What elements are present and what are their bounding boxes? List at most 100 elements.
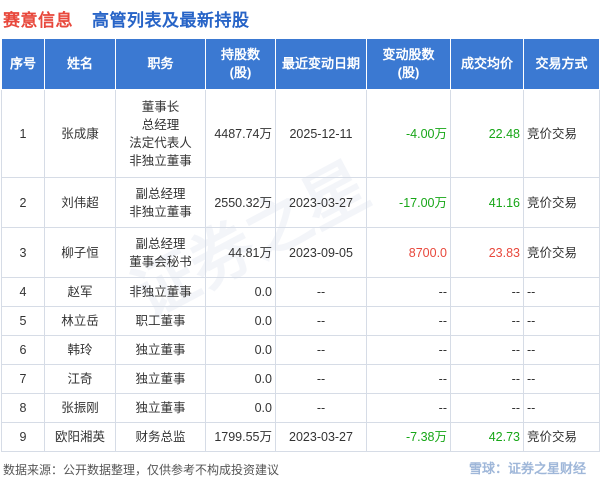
cell-avg-price: 41.16 (450, 177, 524, 228)
cell-change-date: 2023-03-27 (275, 177, 367, 228)
cell-change-shares: -17.00万 (366, 177, 451, 228)
position-line: 独立董事 (135, 401, 186, 415)
cell-position: 董事长 总经理 法定代表人 非独立董事 (115, 89, 206, 178)
cell-shares: 0.0 (205, 335, 276, 365)
cell-change-shares: -7.38万 (366, 422, 451, 452)
position-line: 非独立董事 (129, 153, 192, 168)
header-index: 序号 (1, 38, 45, 90)
header-shares-line: 持股数 (220, 47, 260, 62)
cell-change-date: 2025-12-11 (275, 89, 367, 178)
header-avg-price: 成交均价 (450, 38, 524, 90)
cell-shares: 1799.55万 (205, 422, 276, 452)
header-position: 职务 (115, 38, 206, 90)
cell-change-shares: 8700.0 (366, 227, 451, 278)
executive-holdings-table: 序号 姓名 职务 持股数 (股) 最近变动日期 变动股数 (股) 成交均价 交易方式 1 张成康 董事… (1, 38, 600, 452)
cell-shares: 0.0 (205, 393, 276, 423)
cell-shares: 0.0 (205, 306, 276, 336)
position-line: 董事长 (141, 99, 180, 114)
header-change-shares-line: (股) (397, 65, 420, 80)
cell-avg-price: 23.83 (450, 227, 524, 278)
cell-avg-price: 22.48 (450, 89, 524, 178)
cell-change-shares: -- (366, 364, 451, 394)
table-row: 9 欧阳湘英 财务总监 1799.55万 2023-03-27 -7.38万 42.73 竞价… (1, 422, 600, 452)
table-row: 2 刘伟超 副总经理 非独立董事 2550.32万 2023-03-27 -17.00万 41… (1, 177, 600, 228)
table-body: 1 张成康 董事长 总经理 法定代表人 非独立董事 4487.74万 2025-12-11 -4… (1, 89, 600, 452)
cell-trade-method: -- (523, 364, 600, 394)
position-line: 非独立董事 (129, 285, 192, 299)
header-shares: 持股数 (股) (205, 38, 276, 90)
cell-shares: 0.0 (205, 277, 276, 307)
cell-trade-method: -- (523, 306, 600, 336)
position-line: 独立董事 (135, 343, 186, 357)
cell-index: 6 (1, 335, 45, 365)
cell-trade-method: -- (523, 393, 600, 423)
cell-name: 张振刚 (44, 393, 116, 423)
cell-trade-method: -- (523, 335, 600, 365)
cell-position: 副总经理 非独立董事 (115, 177, 206, 228)
cell-name: 柳子恒 (44, 227, 116, 278)
data-source-note: 数据来源：公开数据整理，仅供参考不构成投资建议 (3, 463, 280, 477)
cell-name: 欧阳湘英 (44, 422, 116, 452)
position-line: 独立董事 (135, 372, 186, 386)
header-trade-method-line: 交易方式 (535, 56, 588, 71)
cell-position: 财务总监 (115, 422, 206, 452)
header-latest-change-date: 最近变动日期 (275, 38, 367, 90)
cell-change-date: -- (275, 306, 367, 336)
cell-index: 3 (1, 227, 45, 278)
position-line: 总经理 (141, 117, 180, 132)
company-name: 赛意信息 (3, 11, 73, 30)
cell-index: 2 (1, 177, 45, 228)
table-row: 3 柳子恒 副总经理 董事会秘书 44.81万 2023-09-05 8700.0 23.83… (1, 227, 600, 278)
table-header-row: 序号 姓名 职务 持股数 (股) 最近变动日期 变动股数 (股) 成交均价 交易方式 (1, 38, 600, 90)
position-line: 董事会秘书 (129, 254, 192, 269)
cell-position: 副总经理 董事会秘书 (115, 227, 206, 278)
cell-avg-price: -- (450, 277, 524, 307)
cell-trade-method: 竞价交易 (523, 422, 600, 452)
cell-change-shares: -- (366, 393, 451, 423)
cell-change-date: 2023-09-05 (275, 227, 367, 278)
cell-avg-price: -- (450, 393, 524, 423)
cell-change-date: 2023-03-27 (275, 422, 367, 452)
cell-trade-method: 竞价交易 (523, 89, 600, 178)
title-bar: 赛意信息 高管列表及最新持股 (0, 0, 600, 34)
cell-position: 独立董事 (115, 335, 206, 365)
header-change-shares-line: 变动股数 (382, 47, 435, 62)
cell-avg-price: 42.73 (450, 422, 524, 452)
page-title: 高管列表及最新持股 (92, 11, 250, 30)
cell-index: 8 (1, 393, 45, 423)
cell-avg-price: -- (450, 306, 524, 336)
table-row: 6 韩玲 独立董事 0.0 -- -- -- -- (1, 335, 600, 365)
header-latest-change-date-line: 最近变动日期 (281, 56, 360, 71)
cell-trade-method: 竞价交易 (523, 177, 600, 228)
table-row: 1 张成康 董事长 总经理 法定代表人 非独立董事 4487.74万 2025-12-11 -4… (1, 89, 600, 178)
table-row: 7 江奇 独立董事 0.0 -- -- -- -- (1, 364, 600, 394)
cell-index: 5 (1, 306, 45, 336)
cell-name: 林立岳 (44, 306, 116, 336)
cell-shares: 44.81万 (205, 227, 276, 278)
cell-change-shares: -- (366, 277, 451, 307)
position-line: 非独立董事 (129, 204, 192, 219)
cell-change-date: -- (275, 335, 367, 365)
header-name: 姓名 (44, 38, 116, 90)
header-position-line: 职务 (147, 56, 174, 71)
table-row: 4 赵军 非独立董事 0.0 -- -- -- -- (1, 277, 600, 307)
header-shares-line: (股) (229, 65, 252, 80)
cell-avg-price: -- (450, 364, 524, 394)
position-line: 副总经理 (135, 186, 186, 201)
cell-avg-price: -- (450, 335, 524, 365)
cell-position: 独立董事 (115, 364, 206, 394)
cell-name: 江奇 (44, 364, 116, 394)
header-index-line: 序号 (9, 56, 36, 71)
header-trade-method: 交易方式 (523, 38, 600, 90)
cell-change-date: -- (275, 277, 367, 307)
cell-name: 刘伟超 (44, 177, 116, 228)
cell-change-shares: -4.00万 (366, 89, 451, 178)
cell-change-shares: -- (366, 306, 451, 336)
cell-position: 独立董事 (115, 393, 206, 423)
cell-trade-method: -- (523, 277, 600, 307)
header-change-shares: 变动股数 (股) (366, 38, 451, 90)
cell-shares: 2550.32万 (205, 177, 276, 228)
cell-change-date: -- (275, 364, 367, 394)
position-line: 职工董事 (135, 314, 186, 328)
cell-index: 1 (1, 89, 45, 178)
